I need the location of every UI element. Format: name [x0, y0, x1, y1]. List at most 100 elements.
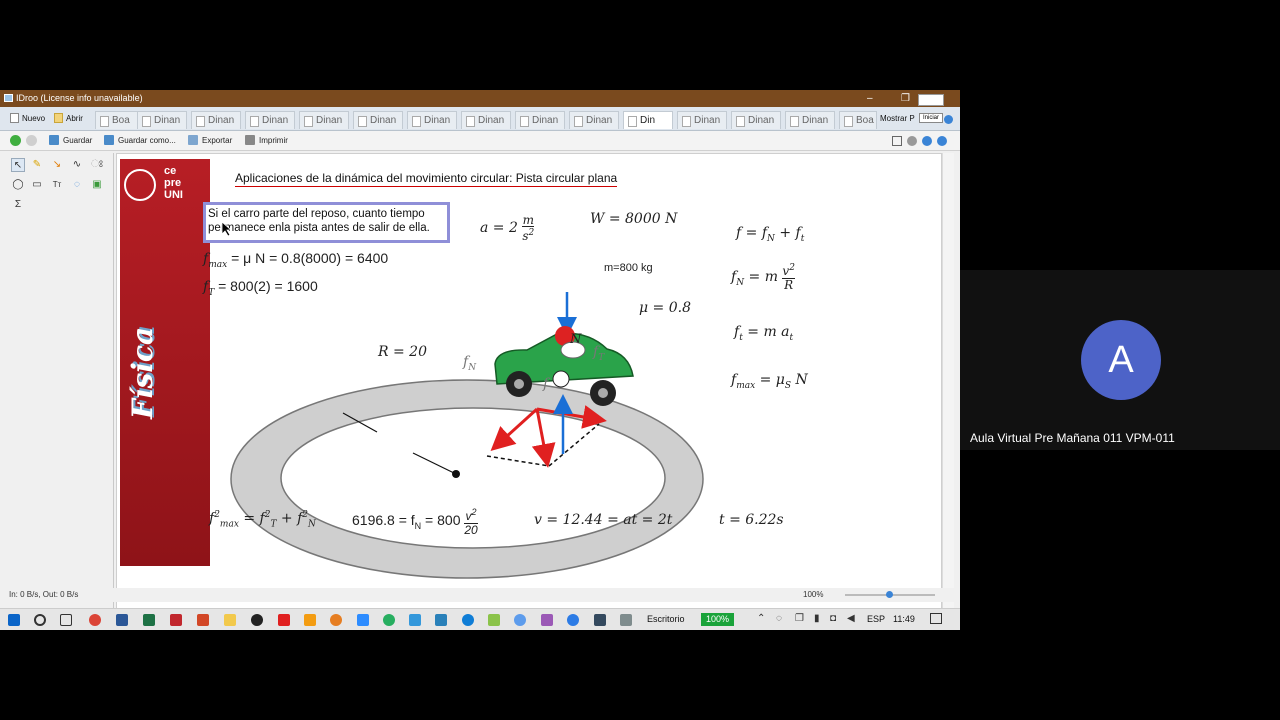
- app-icon[interactable]: [514, 614, 526, 626]
- powerpoint-icon[interactable]: [197, 614, 209, 626]
- minimize-icon[interactable]: –: [867, 90, 873, 107]
- ellipse-tool-icon[interactable]: ◯: [11, 178, 25, 192]
- screen-share-stage: IDroo (License info unavailable) – ❐ Nue…: [0, 0, 1280, 720]
- fullscreen-icon[interactable]: [892, 136, 902, 146]
- doc-tab[interactable]: Dinan: [461, 111, 511, 129]
- doc-tab[interactable]: Dinan: [137, 111, 187, 129]
- weight: W = 8000 N: [590, 211, 678, 227]
- app-icon[interactable]: [594, 614, 606, 626]
- doc-tab[interactable]: Dinan: [299, 111, 349, 129]
- chevron-up-icon[interactable]: ⌃: [757, 613, 765, 624]
- doc-tab[interactable]: Dinan: [191, 111, 241, 129]
- search-icon[interactable]: [34, 614, 46, 626]
- title-bar: IDroo (License info unavailable) – ❐: [0, 90, 960, 107]
- task-view-icon[interactable]: [60, 614, 72, 626]
- doc-tab[interactable]: Dinan: [731, 111, 781, 129]
- app-icon[interactable]: [409, 614, 421, 626]
- pencil-tool-icon[interactable]: ✎: [30, 158, 44, 172]
- curve-tool-icon[interactable]: ∿: [70, 158, 84, 172]
- edge-icon[interactable]: [462, 614, 474, 626]
- zoom-app-icon[interactable]: [357, 614, 369, 626]
- network-icon[interactable]: ◌: [776, 613, 782, 624]
- app-icon: [4, 94, 13, 102]
- app-icon[interactable]: [251, 614, 263, 626]
- doc-tab[interactable]: Dinan: [677, 111, 727, 129]
- tooltip: Iniciar: [919, 113, 943, 123]
- explorer-icon[interactable]: [224, 614, 236, 626]
- excel-icon[interactable]: [143, 614, 155, 626]
- participant-name: Aula Virtual Pre Mañana 011 VPM-011: [970, 431, 1175, 445]
- bottom-equation-4: t = 6.22s: [719, 512, 784, 528]
- doc-tab[interactable]: Dinan: [785, 111, 835, 129]
- vertical-scrollbar[interactable]: [942, 153, 954, 630]
- microphone-icon[interactable]: ▮: [814, 613, 820, 624]
- volume-icon[interactable]: ◀: [847, 613, 855, 624]
- fmax-formula: fmax = μS N: [731, 372, 808, 391]
- restore-icon[interactable]: ❐: [901, 90, 910, 107]
- select-tool-icon[interactable]: ↖: [11, 158, 25, 172]
- help-icon[interactable]: [944, 115, 953, 124]
- gear-icon[interactable]: [907, 136, 917, 146]
- export-label: Exportar: [202, 136, 233, 145]
- calculator-icon[interactable]: [620, 614, 632, 626]
- acceleration: a = 2 m s2: [480, 213, 535, 243]
- vlc-icon[interactable]: [304, 614, 316, 626]
- comment-tool-icon[interactable]: ◌: [70, 178, 84, 192]
- center-point: [452, 470, 460, 478]
- windows-start-icon[interactable]: [8, 614, 20, 626]
- help-icon[interactable]: [937, 136, 947, 146]
- camera-icon[interactable]: ◘: [830, 613, 836, 624]
- print-button[interactable]: Imprimir: [245, 134, 288, 148]
- chrome-icon[interactable]: [89, 614, 101, 626]
- acrobat-icon[interactable]: [170, 614, 182, 626]
- show-panel-button[interactable]: Mostrar P: [880, 111, 915, 127]
- bottom-equation-2: 6196.8 = fN = 800 v2 20: [352, 507, 478, 537]
- line-tool-icon[interactable]: ↘: [50, 158, 64, 172]
- app-icon[interactable]: [541, 614, 553, 626]
- image-tool-icon[interactable]: ▣: [90, 178, 104, 192]
- word-icon[interactable]: [116, 614, 128, 626]
- doc-tab[interactable]: Dinan: [515, 111, 565, 129]
- save-button[interactable]: Guardar: [49, 134, 92, 148]
- app-icon[interactable]: [330, 614, 342, 626]
- search-box[interactable]: [918, 94, 944, 106]
- doc-tab[interactable]: Boa: [839, 111, 877, 129]
- export-button[interactable]: Exportar: [188, 134, 232, 148]
- rectangle-tool-icon[interactable]: ▭: [30, 178, 44, 192]
- doc-tab-active[interactable]: Din: [623, 111, 673, 129]
- doc-tab[interactable]: Dinan: [353, 111, 403, 129]
- bottom-equation-3: v = 12.44 = at = 2t: [534, 512, 673, 528]
- forward-icon[interactable]: [26, 135, 37, 146]
- app-icon[interactable]: [567, 614, 579, 626]
- formula-tool-icon[interactable]: Σ: [11, 198, 25, 212]
- text-tool-icon[interactable]: Tт: [50, 178, 64, 192]
- doc-tab[interactable]: Dinan: [407, 111, 457, 129]
- new-button[interactable]: Nuevo: [10, 111, 45, 127]
- doc-tab[interactable]: Dinan: [569, 111, 619, 129]
- info-icon[interactable]: [922, 136, 932, 146]
- app-icon[interactable]: [278, 614, 290, 626]
- radius-label: R = 20: [378, 344, 427, 360]
- ft-value: = 800(2) = 1600: [218, 278, 318, 294]
- copy-icon[interactable]: ❐: [795, 613, 804, 624]
- save-as-button[interactable]: Guardar como...: [104, 134, 176, 148]
- fn-formula: fN = m v2 R: [731, 263, 795, 292]
- doc-tab[interactable]: Dinan: [245, 111, 295, 129]
- lecture-slide: ce pre UNI Física Aplicaciones de la din…: [117, 154, 943, 630]
- app-icon[interactable]: [435, 614, 447, 626]
- app-icon[interactable]: [383, 614, 395, 626]
- car-number: [552, 370, 570, 388]
- clock[interactable]: 11:49: [893, 614, 915, 624]
- notifications-icon[interactable]: [930, 613, 942, 624]
- lasso-tool-icon[interactable]: ଃ: [90, 158, 104, 172]
- desktop-label[interactable]: Escritorio: [647, 614, 685, 624]
- fmax-value: = μ N = 0.8(8000) = 6400: [231, 250, 389, 266]
- battery-indicator: 100%: [701, 613, 734, 626]
- app-icon[interactable]: [488, 614, 500, 626]
- language-indicator[interactable]: ESP: [867, 614, 885, 624]
- back-icon[interactable]: [10, 135, 21, 146]
- open-button[interactable]: Abrir: [54, 111, 83, 127]
- mass-label: m=800 kg: [604, 262, 653, 274]
- whiteboard-canvas[interactable]: ce pre UNI Física Aplicaciones de la din…: [116, 153, 942, 630]
- zoom-slider-handle[interactable]: [886, 591, 893, 598]
